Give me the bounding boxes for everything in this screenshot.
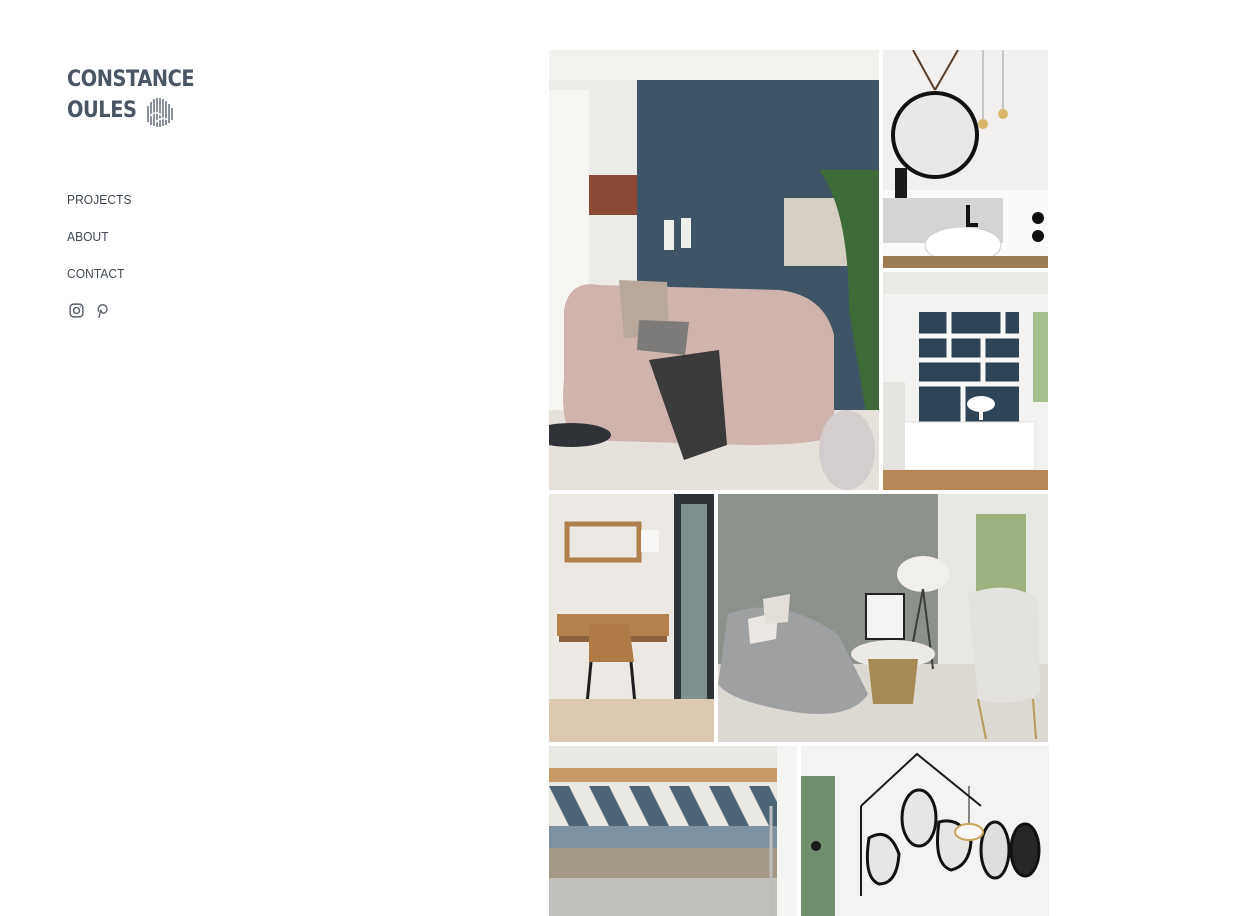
gallery-photo-grey-sofa[interactable] xyxy=(718,494,1048,742)
brand-name-line2: OULES xyxy=(67,98,137,123)
living-room-image xyxy=(549,50,879,490)
pinterest-icon[interactable] xyxy=(93,301,111,319)
gallery-photo-living-room[interactable] xyxy=(549,50,879,490)
instagram-icon[interactable] xyxy=(67,301,85,319)
gallery-photo-tiles[interactable] xyxy=(549,746,797,916)
gallery-photo-bathroom-mirror[interactable] xyxy=(883,50,1048,268)
nav-item-projects[interactable]: PROJECTS xyxy=(67,192,251,229)
grey-sofa-image xyxy=(718,494,1048,742)
brand-row2: OULES xyxy=(67,94,177,128)
brand-logo[interactable]: CONSTANCE OULES xyxy=(67,66,195,128)
tiles-image xyxy=(549,746,797,916)
page: CONSTANCE OULES PROJECTS ABOUT CONTACT xyxy=(0,0,1254,916)
main-nav: PROJECTS ABOUT CONTACT xyxy=(67,192,267,303)
bathroom-mirror-image xyxy=(883,50,1048,268)
gallery-photo-desk[interactable] xyxy=(549,494,714,742)
shelving-image xyxy=(883,272,1048,490)
mirrors-image xyxy=(801,746,1049,916)
gallery-photo-shelving[interactable] xyxy=(883,272,1048,490)
nav-item-about[interactable]: ABOUT xyxy=(67,229,251,266)
gallery-photo-mirrors[interactable] xyxy=(801,746,1049,916)
social-links xyxy=(67,301,267,319)
desk-image xyxy=(549,494,714,742)
fingerprint-logo-icon xyxy=(147,98,173,127)
sidebar: CONSTANCE OULES PROJECTS ABOUT CONTACT xyxy=(67,66,267,319)
brand-name-line1: CONSTANCE xyxy=(67,67,195,92)
nav-item-contact[interactable]: CONTACT xyxy=(67,266,251,303)
